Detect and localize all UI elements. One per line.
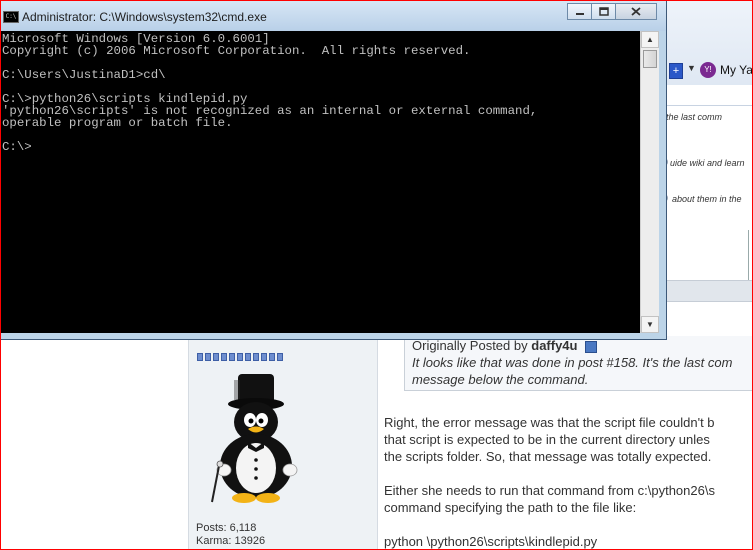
minimize-icon — [575, 12, 584, 15]
window-controls — [567, 3, 657, 20]
cmd-titlebar[interactable]: C:\ Administrator: C:\Windows\system32\c… — [0, 1, 666, 31]
my-yahoo-label[interactable]: My Ya — [720, 63, 753, 77]
minimize-button[interactable] — [567, 3, 592, 20]
karma-count: Karma: 13926 — [196, 535, 266, 547]
post-header-bar — [664, 280, 753, 302]
post-body-line: python \python26\scripts\kindlepid.py — [384, 534, 598, 549]
add-button[interactable]: + — [669, 63, 683, 79]
close-icon — [631, 7, 641, 16]
post-body-line: the scripts folder. So, that message was… — [384, 449, 712, 464]
quote-author[interactable]: daffy4u — [531, 338, 577, 353]
post-body-line: that script is expected to be in the cur… — [384, 432, 710, 447]
divider — [748, 230, 749, 286]
page-snippet: about them in the — [672, 194, 742, 204]
penguin-avatar — [211, 374, 298, 503]
page-snippet: the last comm — [666, 112, 723, 122]
scroll-down-button[interactable]: ▼ — [641, 316, 659, 333]
post-body-line: command specifying the path to the file … — [384, 500, 637, 515]
page-snippet: uide wiki and learn — [670, 158, 745, 168]
vertical-scrollbar[interactable]: ▲ ▼ — [640, 31, 659, 333]
my-yahoo-icon[interactable]: Y! — [700, 62, 716, 78]
maximize-button[interactable] — [591, 3, 616, 20]
cmd-app-icon[interactable]: C:\ — [3, 11, 19, 23]
scroll-up-button[interactable]: ▲ — [641, 31, 659, 48]
console-line: Copyright (c) 2006 Microsoft Corporation… — [2, 44, 471, 58]
console-output[interactable]: Microsoft Windows [Version 6.0.6001] Cop… — [0, 31, 640, 333]
close-button[interactable] — [615, 3, 657, 20]
post-body-line: Either she needs to run that command fro… — [384, 483, 715, 498]
reputation-pips — [197, 353, 283, 361]
console-line: operable program or batch file. — [2, 116, 233, 130]
window-title: Administrator: C:\Windows\system32\cmd.e… — [22, 10, 267, 24]
quote-prefix: Originally Posted by — [412, 338, 528, 353]
user-stats: Posts: 6,118 Karma: 13926 — [196, 522, 265, 548]
console-line: C:\Users\JustinaD1>cd\ — [2, 68, 166, 82]
toolbar-dropdown-icon[interactable]: ▼ — [687, 63, 696, 73]
scroll-thumb[interactable] — [643, 50, 657, 68]
browser-nav-strip — [664, 85, 753, 106]
post-count: Posts: 6,118 — [196, 522, 257, 534]
cmd-window[interactable]: C:\ Administrator: C:\Windows\system32\c… — [0, 0, 667, 340]
maximize-icon — [598, 7, 609, 16]
console-prompt: C:\> — [2, 140, 32, 154]
post-body-line: Right, the error message was that the sc… — [384, 415, 715, 430]
view-post-icon[interactable] — [585, 340, 598, 353]
quote-text: It looks like that was done in post #158… — [412, 355, 733, 387]
quote-header: Originally Posted by daffy4u — [412, 338, 598, 353]
